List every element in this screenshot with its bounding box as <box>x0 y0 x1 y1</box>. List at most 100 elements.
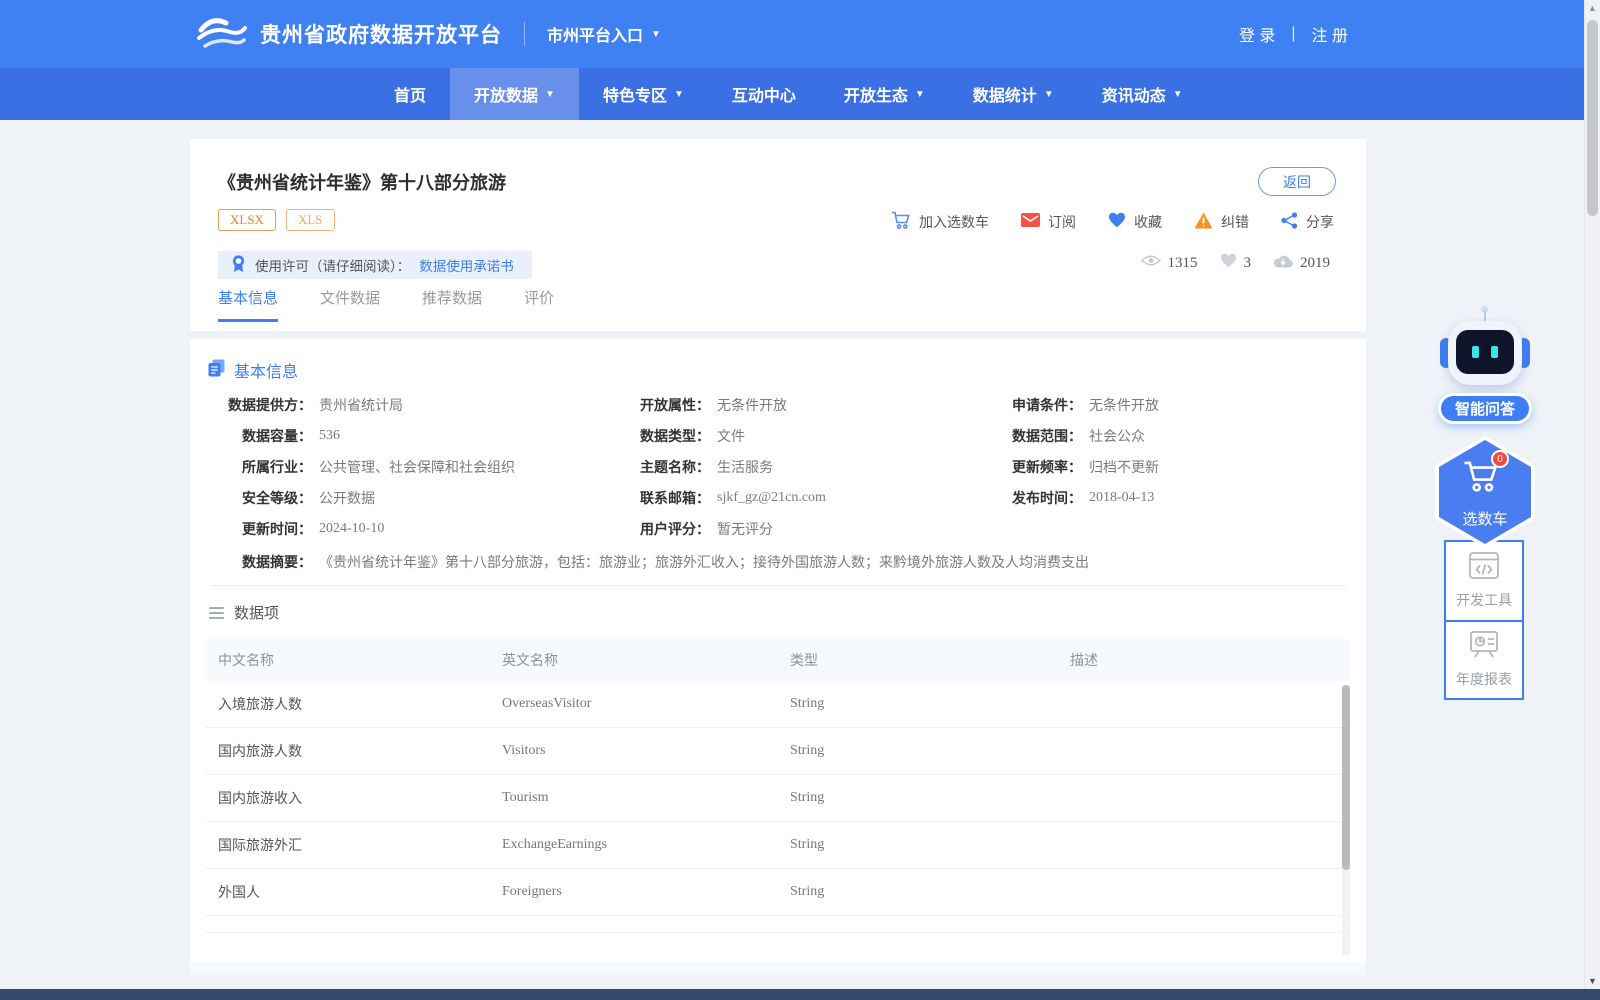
scroll-up-arrow[interactable]: ▲ <box>1585 3 1600 13</box>
table-scrollbar-thumb[interactable] <box>1342 685 1350 870</box>
table-row: 外国人 Foreigners String <box>205 869 1351 916</box>
field-data-scope: 数据范围： 社会公众 <box>1012 427 1145 445</box>
auth-links: 登 录 | 注 册 <box>1239 0 1348 68</box>
badge-xlsx: XLSX <box>218 209 276 231</box>
nav-item-open-eco[interactable]: 开放生态 ▼ <box>820 68 949 120</box>
chevron-down-icon: ▼ <box>1043 88 1054 100</box>
field-security-level: 安全等级： 公开数据 <box>242 489 375 507</box>
login-link[interactable]: 登 录 <box>1239 22 1275 46</box>
cart-label: 选数车 <box>1462 511 1508 528</box>
add-to-cart-button[interactable]: 加入选数车 <box>891 211 989 232</box>
tab-file-data[interactable]: 文件数据 <box>320 287 380 322</box>
nav-item-interaction[interactable]: 互动中心 <box>708 68 820 120</box>
cell-cn-name: 入境旅游人数 <box>218 696 302 712</box>
cell-type: String <box>790 790 825 805</box>
cart-count-badge: 0 <box>1491 450 1509 468</box>
ai-assistant-mascot[interactable] <box>1440 306 1530 394</box>
tab-rating[interactable]: 评价 <box>524 287 554 322</box>
license-bar: 使用许可（请仔细阅读）： 数据使用承诺书 <box>218 251 532 279</box>
table-row: 国际旅游外汇 ExchangeEarnings String <box>205 822 1351 869</box>
medal-icon <box>231 254 246 276</box>
data-items-table: 中文名称 英文名称 类型 描述 入境旅游人数 OverseasVisitor S… <box>205 639 1351 933</box>
page-scrollbar-thumb[interactable] <box>1587 20 1598 216</box>
field-contact-email: 联系邮箱： sjkf_gz@21cn.com <box>640 489 826 506</box>
basic-info-section-header: 基本信息 <box>208 358 298 382</box>
nav-item-statistics[interactable]: 数据统计 ▼ <box>949 68 1078 120</box>
dev-tools-button[interactable]: 开发工具 <box>1446 542 1522 620</box>
chevron-down-icon: ▼ <box>545 88 555 100</box>
nav-item-special-zone[interactable]: 特色专区 ▼ <box>579 68 708 120</box>
subscribe-button[interactable]: 订阅 <box>1021 212 1076 232</box>
tab-basic-info[interactable]: 基本信息 <box>218 287 279 322</box>
header-divider <box>524 22 525 46</box>
robot-antenna-line <box>1484 310 1486 321</box>
register-link[interactable]: 注 册 <box>1312 22 1348 46</box>
scroll-down-arrow[interactable]: ▼ <box>1585 976 1600 986</box>
table-row: 入境旅游人数 OverseasVisitor String <box>205 681 1351 728</box>
share-button[interactable]: 分享 <box>1281 211 1334 232</box>
license-link[interactable]: 数据使用承诺书 <box>419 255 514 275</box>
cell-en-name: Foreigners <box>502 884 562 899</box>
data-cart-widget[interactable]: 0 选数车 <box>1435 436 1535 548</box>
summary-label: 数据摘要： <box>242 554 312 570</box>
nav-item-open-data[interactable]: 开放数据 ▼ <box>450 68 579 120</box>
cell-type: String <box>790 884 825 899</box>
field-apply-condition: 申请条件： 无条件开放 <box>1012 396 1159 414</box>
tab-recommended-data[interactable]: 推荐数据 <box>422 287 482 322</box>
nav-item-home[interactable]: 首页 <box>370 68 450 120</box>
data-summary: 数据摘要： 《贵州省统计年鉴》第十八部分旅游，包括：旅游业；旅游外汇收入；接待外… <box>206 547 1089 577</box>
dataset-stats: 1315 3 2019 <box>1140 253 1330 273</box>
detail-tabs: 基本信息 文件数据 推荐数据 评价 <box>218 287 554 322</box>
cell-cn-name: 国内旅游人数 <box>218 743 302 759</box>
field-theme-name: 主题名称： 生活服务 <box>640 458 773 476</box>
table-row: 国内旅游收入 Tourism String <box>205 775 1351 822</box>
share-icon <box>1281 211 1298 232</box>
field-user-rating: 用户评分： 暂无评分 <box>640 520 773 538</box>
document-icon <box>208 359 225 382</box>
footer-edge <box>0 989 1600 1000</box>
dataset-title: 《贵州省统计年鉴》第十八部分旅游 <box>218 173 506 193</box>
basic-info-section-title: 基本信息 <box>234 364 299 381</box>
badge-xls: XLS <box>285 209 335 231</box>
views-stat: 1315 <box>1140 254 1198 272</box>
auth-separator: | <box>1291 25 1296 42</box>
chevron-down-icon: ▼ <box>1172 88 1183 100</box>
list-icon <box>209 606 224 619</box>
cell-type: String <box>790 743 825 758</box>
section-divider <box>210 585 1346 586</box>
nav-item-news[interactable]: 资讯动态 ▼ <box>1078 68 1207 120</box>
field-update-frequency: 更新频率： 归档不更新 <box>1012 458 1159 476</box>
col-en-name: 英文名称 <box>502 652 558 668</box>
back-button[interactable]: 返回 <box>1258 167 1336 196</box>
top-header: 贵州省政府数据开放平台 市州平台入口 ▼ 登 录 | 注 册 <box>0 0 1600 68</box>
chevron-down-icon: ▼ <box>914 88 925 100</box>
field-open-attribute: 开放属性： 无条件开放 <box>640 396 787 414</box>
annual-report-button[interactable]: 年度报表 <box>1446 620 1522 698</box>
likes-stat[interactable]: 3 <box>1220 253 1251 273</box>
page-scrollbar[interactable]: ▲ ▼ <box>1584 0 1600 989</box>
data-items-section-title: 数据项 <box>234 605 280 622</box>
basic-info-card: 基本信息 数据提供方： 贵州省统计局 开放属性： 无条件开放 申请条件： 无条件开放 … <box>190 339 1366 975</box>
cell-cn-name: 外国人 <box>218 884 260 900</box>
data-items-section-header: 数据项 <box>209 602 279 623</box>
favorite-button[interactable]: 收藏 <box>1108 212 1162 232</box>
table-horizontal-scroll-area <box>190 963 1366 975</box>
city-portal-entry[interactable]: 市州平台入口 ▼ <box>547 22 661 46</box>
cloud-download-icon <box>1273 254 1293 273</box>
cart-icon <box>891 211 911 232</box>
cell-en-name: Tourism <box>502 790 549 805</box>
field-provider: 数据提供方： 贵州省统计局 <box>228 396 403 414</box>
license-label: 使用许可（请仔细阅读）： <box>255 259 411 274</box>
chevron-down-icon: ▼ <box>673 88 684 100</box>
smart-qa-button[interactable]: 智能问答 <box>1438 393 1532 424</box>
col-type: 类型 <box>790 652 818 668</box>
table-row-partial <box>205 916 1351 933</box>
field-update-date: 更新时间： 2024-10-10 <box>242 520 385 537</box>
cell-en-name: ExchangeEarnings <box>502 837 607 852</box>
error-report-button[interactable]: 纠错 <box>1194 212 1249 232</box>
cell-type: String <box>790 837 825 852</box>
heart-icon <box>1108 212 1126 231</box>
cell-en-name: OverseasVisitor <box>502 696 592 711</box>
dataset-actions: 加入选数车 订阅 收藏 纠错 分享 <box>891 211 1334 232</box>
downloads-stat: 2019 <box>1273 254 1330 273</box>
